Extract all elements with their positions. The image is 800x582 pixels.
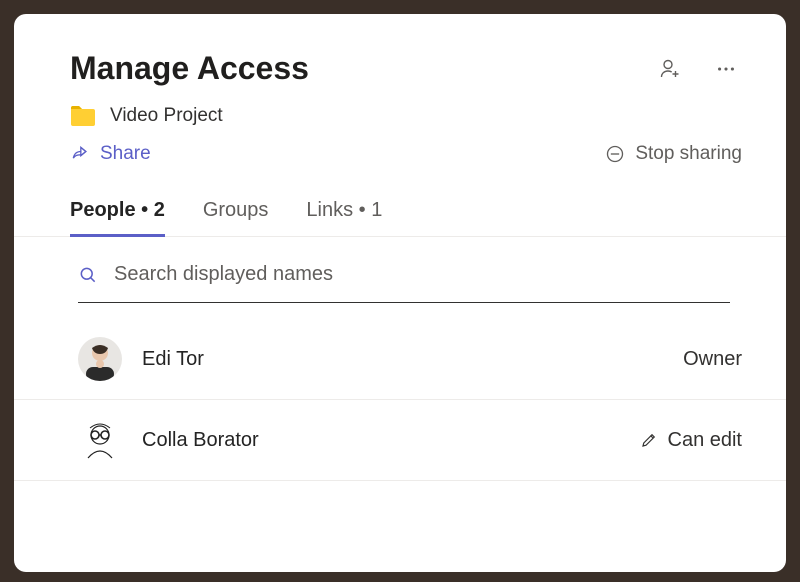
role-button[interactable]: Can edit bbox=[640, 429, 743, 452]
tab-links[interactable]: Links • 1 bbox=[306, 199, 382, 236]
manage-access-panel: Manage Access bbox=[14, 14, 786, 572]
tab-groups[interactable]: Groups bbox=[203, 199, 269, 236]
avatar bbox=[78, 337, 122, 381]
people-list: Edi Tor Owner Colla Borator bbox=[14, 319, 786, 481]
search-row bbox=[78, 263, 730, 303]
add-person-icon bbox=[658, 57, 682, 81]
tabs: People • 2 Groups Links • 1 bbox=[14, 165, 786, 237]
header: Manage Access bbox=[14, 14, 786, 165]
share-button[interactable]: Share bbox=[70, 143, 151, 165]
role-text: Owner bbox=[683, 348, 742, 371]
more-button[interactable] bbox=[710, 53, 742, 85]
search-input[interactable] bbox=[114, 263, 730, 286]
title-actions bbox=[654, 53, 742, 85]
title-row: Manage Access bbox=[70, 50, 742, 87]
role-text: Can edit bbox=[668, 429, 743, 452]
tab-people[interactable]: People • 2 bbox=[70, 199, 165, 236]
stop-sharing-label: Stop sharing bbox=[635, 143, 742, 165]
stop-icon bbox=[605, 144, 625, 164]
person-name: Edi Tor bbox=[142, 348, 663, 371]
person-name: Colla Borator bbox=[142, 429, 620, 452]
stop-sharing-button[interactable]: Stop sharing bbox=[605, 143, 742, 165]
list-item: Colla Borator Can edit bbox=[14, 400, 786, 481]
share-label: Share bbox=[100, 143, 151, 165]
pencil-icon bbox=[640, 431, 658, 449]
list-item: Edi Tor Owner bbox=[14, 319, 786, 400]
search-icon bbox=[78, 265, 98, 285]
folder-row: Video Project bbox=[70, 105, 742, 127]
share-icon bbox=[70, 144, 90, 164]
actions-row: Share Stop sharing bbox=[70, 143, 742, 165]
role-label: Owner bbox=[683, 348, 742, 371]
add-person-button[interactable] bbox=[654, 53, 686, 85]
folder-name: Video Project bbox=[110, 105, 223, 127]
folder-icon bbox=[70, 105, 96, 127]
page-title: Manage Access bbox=[70, 50, 309, 87]
tab-groups-label: Groups bbox=[203, 199, 269, 221]
tab-links-label: Links • 1 bbox=[306, 199, 382, 221]
tab-people-label: People • 2 bbox=[70, 199, 165, 221]
avatar bbox=[78, 418, 122, 462]
more-icon bbox=[715, 58, 737, 80]
